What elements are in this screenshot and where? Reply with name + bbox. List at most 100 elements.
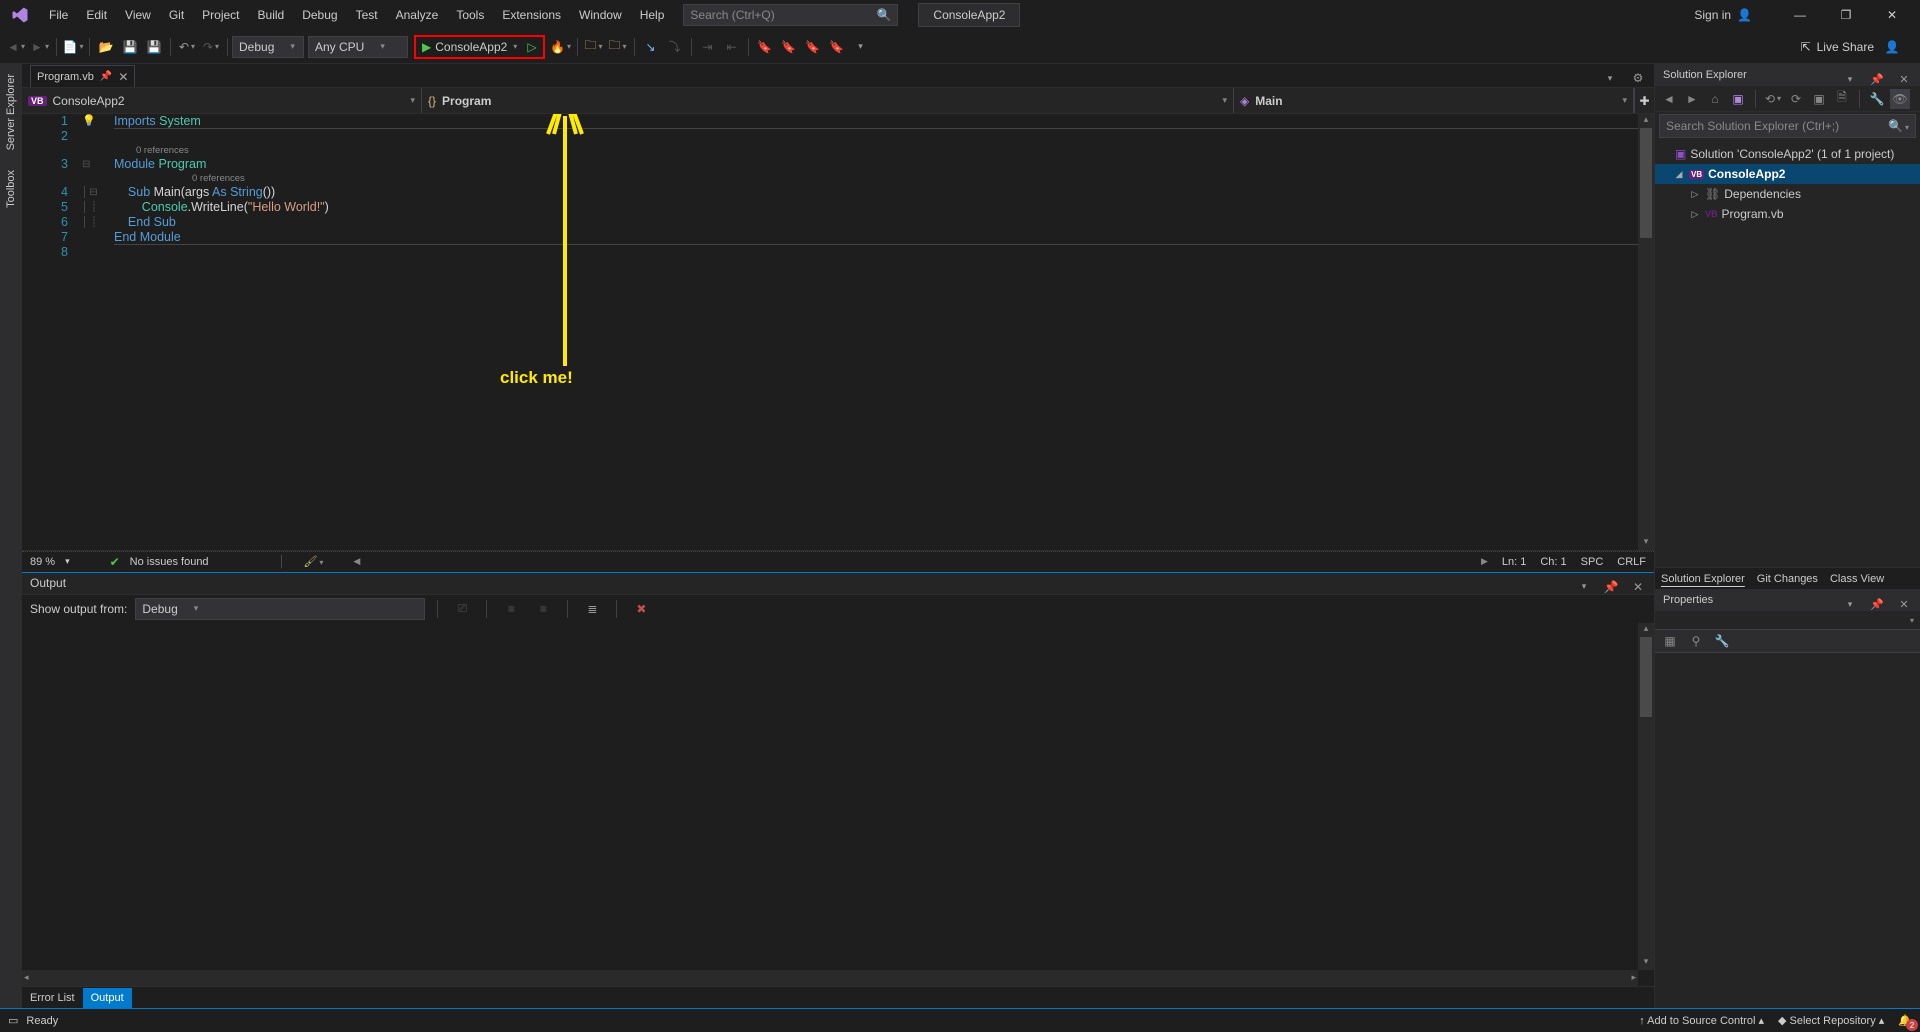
bm-clear-icon[interactable]: 🔖 (825, 35, 849, 59)
se-close-icon[interactable]: ✕ (1892, 67, 1916, 91)
close-window-button[interactable]: ✕ (1874, 3, 1910, 27)
global-search[interactable]: Search (Ctrl+Q) 🔍 (683, 4, 898, 26)
bm-next-icon[interactable]: 🔖 (801, 35, 825, 59)
status-window-icon[interactable]: ▭ (8, 1014, 18, 1027)
menu-build[interactable]: Build (249, 0, 294, 30)
menu-extensions[interactable]: Extensions (493, 0, 570, 30)
select-repository[interactable]: ◆ Select Repository ▴ (1778, 1014, 1884, 1027)
output-body[interactable]: ▴▾ ◂▸ (22, 623, 1654, 987)
eol-mode[interactable]: CRLF (1617, 556, 1646, 568)
se-back-icon[interactable]: ◄ (1659, 89, 1679, 109)
scope-combo[interactable]: {} Program▾ (422, 88, 1234, 113)
menu-tools[interactable]: Tools (447, 0, 493, 30)
tab-git-changes[interactable]: Git Changes (1751, 568, 1824, 589)
save-icon[interactable]: 💾 (118, 35, 142, 59)
brush-icon[interactable]: 🖌▾ (303, 555, 323, 568)
se-search[interactable]: Search Solution Explorer (Ctrl+;) 🔍▾ (1659, 114, 1916, 138)
doc-tab-program[interactable]: Program.vb 📌 ✕ (30, 65, 135, 87)
platform-dropdown[interactable]: Any CPU▾ (308, 36, 408, 58)
tab-gear-icon[interactable]: ⚙ (1626, 66, 1650, 90)
bookmark-icon[interactable]: 🔖 (753, 35, 777, 59)
tab-list-icon[interactable]: ▾ (1598, 66, 1622, 90)
props-categorized-icon[interactable]: ▦ (1659, 631, 1681, 651)
output-hscroll[interactable]: ◂▸ (22, 970, 1638, 986)
editor-vscroll[interactable]: ▴▾ (1638, 114, 1654, 550)
se-properties-icon[interactable]: 🔧 (1867, 89, 1887, 109)
tree-project[interactable]: ◢ VB ConsoleApp2 (1655, 164, 1920, 184)
liveshare-button[interactable]: ⇱ Live Share (1801, 40, 1874, 54)
indent-mode[interactable]: SPC (1581, 556, 1604, 568)
solution-tree[interactable]: ▣ Solution 'ConsoleApp2' (1 of 1 project… (1655, 140, 1920, 567)
zoom-level[interactable]: 89 % (30, 556, 55, 568)
menu-project[interactable]: Project (193, 0, 248, 30)
output-vscroll[interactable]: ▴▾ (1638, 623, 1654, 971)
bm-prev-icon[interactable]: 🔖 (777, 35, 801, 59)
step-over-icon[interactable]: ⤵ (663, 35, 687, 59)
config-dropdown[interactable]: Debug▾ (232, 36, 304, 58)
maximize-button[interactable]: ❐ (1828, 3, 1864, 27)
menu-debug[interactable]: Debug (293, 0, 346, 30)
signin-button[interactable]: Sign in 👤 (1694, 8, 1752, 22)
redo-icon[interactable]: ↷▾ (199, 35, 223, 59)
props-pin-icon[interactable]: 📌 (1865, 592, 1889, 616)
step-into-icon[interactable]: ↘ (639, 35, 663, 59)
out-toggle-wrap-icon[interactable]: ≣ (580, 597, 604, 621)
pin-icon[interactable]: 📌 (100, 71, 112, 82)
save-all-icon[interactable]: 💾 (142, 35, 166, 59)
add-source-control[interactable]: ↑ Add to Source Control ▴ (1639, 1014, 1764, 1027)
server-explorer-tab[interactable]: Server Explorer (3, 68, 19, 156)
menu-help[interactable]: Help (631, 0, 674, 30)
se-fwd-icon[interactable]: ► (1682, 89, 1702, 109)
start-debugging-button[interactable]: ▶ ConsoleApp2 ▾ (418, 37, 521, 57)
project-combo[interactable]: VB ConsoleApp2▾ (22, 88, 422, 113)
se-refresh-icon[interactable]: ⟳ (1786, 89, 1806, 109)
se-home-icon[interactable]: ⌂ (1705, 89, 1725, 109)
menu-file[interactable]: File (40, 0, 77, 30)
start-without-debugging-button[interactable]: ▷ (523, 37, 540, 57)
split-editor-icon[interactable]: ✚ (1634, 88, 1654, 113)
out-wrap1-icon[interactable]: ≡ (499, 597, 523, 621)
output-close-icon[interactable]: ✕ (1626, 575, 1650, 599)
minimize-button[interactable]: — (1782, 3, 1818, 27)
menu-test[interactable]: Test (347, 0, 387, 30)
out-clear-icon[interactable]: ⎚ (450, 597, 474, 621)
nav-fwd-icon[interactable]: ►▾ (28, 35, 52, 59)
menu-git[interactable]: Git (160, 0, 193, 30)
notifications-button[interactable]: 🔔 2 (1898, 1014, 1912, 1027)
new-project-icon[interactable]: 📄▾ (61, 35, 85, 59)
output-window-pos-icon[interactable]: ▾ (1572, 575, 1596, 599)
issues-text[interactable]: No issues found (130, 556, 209, 568)
se-preview-icon[interactable]: 👁 (1890, 89, 1910, 109)
se-sync-icon[interactable]: ⟲▾ (1763, 89, 1783, 109)
props-window-pos-icon[interactable]: ▾ (1838, 592, 1862, 616)
out-clear2-icon[interactable]: ✖ (629, 597, 653, 621)
props-wrench-icon[interactable]: 🔧 (1711, 631, 1733, 651)
tab-error-list[interactable]: Error List (22, 988, 83, 1008)
output-pin-icon[interactable]: 📌 (1599, 575, 1623, 599)
se-window-pos-icon[interactable]: ▾ (1838, 67, 1862, 91)
account-icon[interactable]: 👤 (1880, 35, 1904, 59)
browse2-icon[interactable]: 🗀▾ (606, 35, 630, 59)
member-combo[interactable]: ◈ Main▾ (1234, 88, 1634, 113)
props-target-dropdown[interactable]: ▾ (1910, 616, 1914, 625)
undo-icon[interactable]: ↶▾ (175, 35, 199, 59)
nav-back-icon[interactable]: ◄▾ (4, 35, 28, 59)
tab-output[interactable]: Output (83, 988, 132, 1008)
browse-icon[interactable]: 🗀▾ (582, 35, 606, 59)
props-close-icon[interactable]: ✕ (1892, 592, 1916, 616)
hot-reload-icon[interactable]: 🔥▾ (549, 35, 573, 59)
menu-edit[interactable]: Edit (77, 0, 116, 30)
outdent-icon[interactable]: ⇤ (720, 35, 744, 59)
tab-solution-explorer[interactable]: Solution Explorer (1655, 568, 1751, 589)
tab-class-view[interactable]: Class View (1824, 568, 1890, 589)
toolbox-tab[interactable]: Toolbox (3, 164, 19, 214)
tree-file-program[interactable]: ▷ VB Program.vb (1655, 204, 1920, 224)
solution-name-box[interactable]: ConsoleApp2 (918, 3, 1020, 27)
menu-window[interactable]: Window (570, 0, 631, 30)
output-source-dropdown[interactable]: Debug▾ (135, 598, 425, 620)
toolbar-overflow-icon[interactable]: ▾ (849, 35, 873, 59)
se-switch-view-icon[interactable]: ▣ (1728, 89, 1748, 109)
se-collapse-icon[interactable]: ▣ (1809, 89, 1829, 109)
tree-dependencies[interactable]: ▷ ⛓ Dependencies (1655, 184, 1920, 204)
open-icon[interactable]: 📂 (94, 35, 118, 59)
